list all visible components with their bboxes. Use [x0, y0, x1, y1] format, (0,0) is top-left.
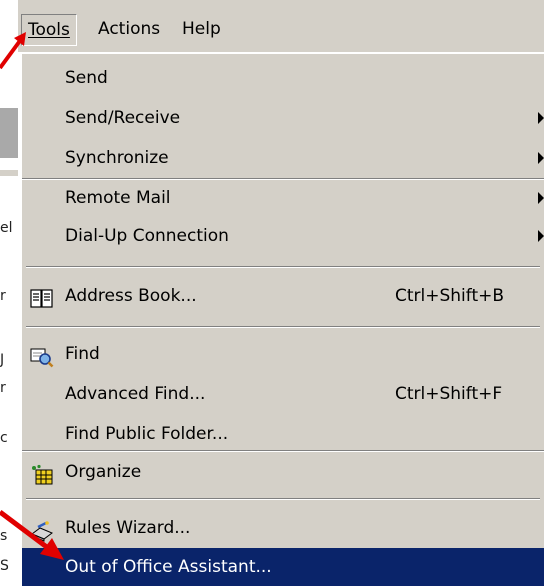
- background-text-fragment: r: [0, 380, 6, 396]
- background-toolbar-fragment: [0, 108, 18, 158]
- organize-icon: [30, 461, 54, 485]
- menu-item-rules-wizard[interactable]: Rules Wizard...: [22, 508, 544, 548]
- menu-item-label: Remote Mail: [65, 188, 171, 208]
- annotation-arrow-top: [0, 32, 26, 70]
- menu-item-send-receive[interactable]: Send/Receive: [22, 98, 544, 138]
- menu-item-find[interactable]: Find: [22, 334, 544, 374]
- menu-help-label: Help: [182, 19, 221, 39]
- menu-item-label: Send: [65, 68, 108, 88]
- tools-dropdown-menu: Send Send/Receive Synchronize Remote Mai…: [20, 52, 544, 586]
- menu-actions[interactable]: Actions: [92, 14, 166, 44]
- menu-item-label: Dial-Up Connection: [65, 226, 229, 246]
- menu-item-label: Synchronize: [65, 148, 169, 168]
- menu-item-advanced-find[interactable]: Advanced Find... Ctrl+Shift+F: [22, 374, 544, 414]
- menu-item-organize[interactable]: Organize: [22, 452, 544, 492]
- menu-item-label: Organize: [65, 462, 142, 482]
- menu-separator: [26, 326, 540, 328]
- menu-tools-label: Tools: [28, 20, 70, 40]
- menu-item-dial-up-connection[interactable]: Dial-Up Connection: [22, 216, 544, 256]
- annotation-arrow-bottom: [0, 510, 64, 560]
- menu-item-label: Find: [65, 344, 100, 364]
- background-text-fragment: el: [0, 220, 13, 236]
- submenu-arrow-icon: [538, 230, 544, 242]
- menu-item-shortcut: Ctrl+Shift+B: [395, 286, 505, 306]
- menu-item-send[interactable]: Send: [22, 58, 544, 98]
- address-book-icon: [30, 285, 54, 308]
- menu-item-remote-mail[interactable]: Remote Mail: [22, 178, 544, 218]
- menu-separator: [26, 498, 540, 500]
- menu-separator: [26, 266, 540, 268]
- menu-item-label: Find Public Folder...: [65, 424, 229, 444]
- menu-item-find-public-folder[interactable]: Find Public Folder...: [22, 414, 544, 454]
- menu-item-synchronize[interactable]: Synchronize: [22, 138, 544, 178]
- menu-help[interactable]: Help: [176, 14, 227, 44]
- menu-actions-label: Actions: [98, 19, 161, 39]
- menu-bar: Tools Actions Help: [18, 0, 544, 52]
- background-text-fragment: c: [0, 430, 8, 446]
- background-text-fragment: J: [0, 352, 5, 368]
- background-text-fragment: r: [0, 288, 6, 304]
- menu-item-label: Send/Receive: [65, 108, 181, 128]
- menu-item-label: Rules Wizard...: [65, 518, 191, 538]
- background-toolbar-fragment-2: [0, 170, 18, 176]
- menu-item-label: Address Book...: [65, 286, 197, 306]
- menu-item-label: Out of Office Assistant...: [65, 557, 272, 577]
- submenu-arrow-icon: [538, 112, 544, 124]
- submenu-arrow-icon: [538, 152, 544, 164]
- menu-item-label: Advanced Find...: [65, 384, 206, 404]
- menu-item-address-book[interactable]: Address Book... Ctrl+Shift+B: [22, 276, 544, 316]
- menu-item-shortcut: Ctrl+Shift+F: [395, 384, 503, 404]
- find-icon: [30, 343, 54, 368]
- menu-item-out-of-office-assistant[interactable]: Out of Office Assistant...: [22, 548, 544, 586]
- submenu-arrow-icon: [538, 192, 544, 204]
